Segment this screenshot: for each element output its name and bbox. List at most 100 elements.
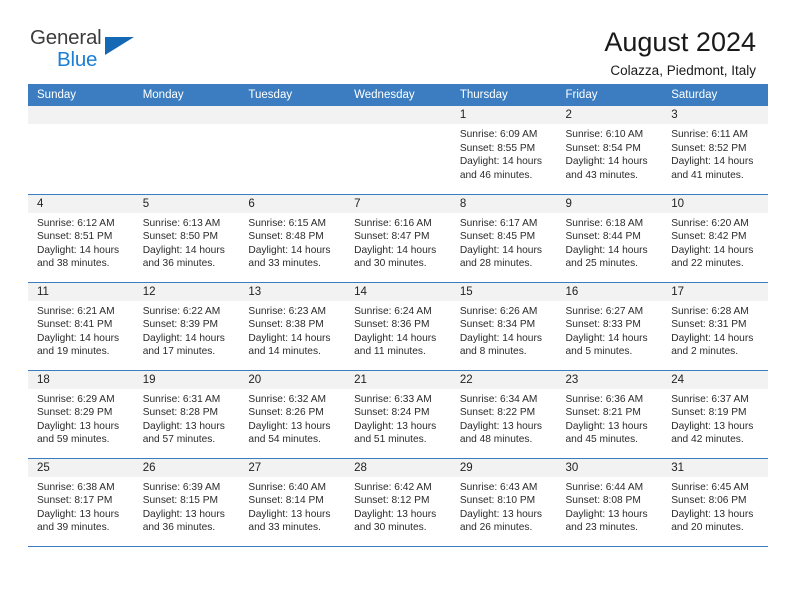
day-sunset-text: Sunset: 8:24 PM — [354, 407, 430, 419]
day-sun-info: Sunrise: 6:18 AM Sunset: 8:44 PM Daylight:… — [557, 213, 663, 271]
day-number: 19 — [133, 370, 240, 389]
calendar-day-cell[interactable]: 31 Sunrise: 6:45 AM Sunset: 8:06 PM Dayligh… — [662, 458, 768, 547]
day-sunset-text: Sunset: 8:44 PM — [565, 231, 641, 243]
calendar-week-row: 1 Sunrise: 6:09 AM Sunset: 8:55 PM Daylight… — [28, 106, 768, 195]
day-number: 24 — [662, 370, 768, 389]
calendar-day-cell[interactable]: 25 Sunrise: 6:38 AM Sunset: 8:17 PM Dayligh… — [28, 458, 134, 547]
calendar-day-cell[interactable]: 9 Sunrise: 6:18 AM Sunset: 8:44 PM Daylight… — [556, 194, 663, 283]
weekday-header-monday: Monday — [133, 84, 240, 106]
day-sunrise-text: Sunrise: 6:27 AM — [565, 305, 644, 317]
day-sunset-text: Sunset: 8:10 PM — [459, 495, 536, 507]
day-sunrise-text: Sunrise: 6:16 AM — [354, 217, 432, 229]
day-number: 28 — [345, 458, 451, 477]
day-sun-info: Sunrise: 6:22 AM Sunset: 8:39 PM Daylight:… — [134, 301, 240, 359]
calendar-day-cell[interactable]: 1 Sunrise: 6:09 AM Sunset: 8:55 PM Daylight… — [450, 106, 557, 195]
calendar-day-cell[interactable]: 29 Sunrise: 6:43 AM Sunset: 8:10 PM Dayligh… — [450, 458, 557, 547]
weekday-header-tuesday: Tuesday — [239, 84, 346, 106]
day-sun-info: Sunrise: 6:42 AM Sunset: 8:12 PM Daylight:… — [345, 477, 451, 535]
day-sunset-text: Sunset: 8:06 PM — [671, 495, 747, 507]
day-daylight2-text: and 30 minutes. — [354, 522, 427, 534]
calendar-day-cell[interactable]: 18 Sunrise: 6:29 AM Sunset: 8:29 PM Dayligh… — [28, 370, 134, 459]
day-sun-info: Sunrise: 6:26 AM Sunset: 8:34 PM Daylight:… — [451, 301, 557, 359]
day-daylight1-text: Daylight: 14 hours — [459, 332, 542, 344]
calendar-day-cell[interactable]: 24 Sunrise: 6:37 AM Sunset: 8:19 PM Dayligh… — [662, 370, 768, 459]
day-sun-info: Sunrise: 6:45 AM Sunset: 8:06 PM Daylight:… — [662, 477, 768, 535]
day-daylight1-text: Daylight: 13 hours — [37, 508, 120, 520]
calendar-day-cell[interactable]: 11 Sunrise: 6:21 AM Sunset: 8:41 PM Dayligh… — [28, 282, 134, 371]
day-sunrise-text: Sunrise: 6:44 AM — [565, 481, 644, 493]
day-daylight2-text: and 25 minutes. — [565, 258, 639, 270]
calendar-day-cell[interactable]: 13 Sunrise: 6:23 AM Sunset: 8:38 PM Dayligh… — [239, 282, 346, 371]
day-daylight1-text: Daylight: 14 hours — [354, 332, 437, 344]
day-daylight1-text: Daylight: 13 hours — [248, 420, 331, 432]
day-sunrise-text: Sunrise: 6:43 AM — [459, 481, 538, 493]
calendar-day-cell[interactable]: 17 Sunrise: 6:28 AM Sunset: 8:31 PM Dayligh… — [662, 282, 768, 371]
day-sunrise-text: Sunrise: 6:18 AM — [565, 217, 644, 229]
day-sun-info: Sunrise: 6:24 AM Sunset: 8:36 PM Daylight:… — [345, 301, 451, 359]
day-sunset-text: Sunset: 8:33 PM — [565, 319, 641, 331]
day-daylight1-text: Daylight: 13 hours — [37, 420, 120, 432]
calendar-day-cell[interactable]: 21 Sunrise: 6:33 AM Sunset: 8:24 PM Dayligh… — [345, 370, 451, 459]
day-sunset-text: Sunset: 8:48 PM — [248, 231, 324, 243]
day-sun-info: Sunrise: 6:32 AM Sunset: 8:26 PM Daylight:… — [239, 389, 345, 447]
calendar-day-cell[interactable]: 14 Sunrise: 6:24 AM Sunset: 8:36 PM Dayligh… — [345, 282, 451, 371]
day-daylight1-text: Daylight: 14 hours — [142, 244, 225, 256]
weekday-header-thursday: Thursday — [450, 84, 557, 106]
calendar-day-cell[interactable]: 23 Sunrise: 6:36 AM Sunset: 8:21 PM Dayligh… — [556, 370, 663, 459]
calendar-day-cell-empty — [28, 106, 134, 195]
day-daylight2-text: and 46 minutes. — [459, 169, 533, 181]
general-blue-logo[interactable]: General Blue — [30, 27, 135, 72]
day-sun-info: Sunrise: 6:38 AM Sunset: 8:17 PM Daylight:… — [28, 477, 134, 535]
calendar-day-cell[interactable]: 5 Sunrise: 6:13 AM Sunset: 8:50 PM Daylight… — [133, 194, 240, 283]
day-sunrise-text: Sunrise: 6:31 AM — [142, 393, 221, 405]
day-sun-info: Sunrise: 6:43 AM Sunset: 8:10 PM Daylight:… — [451, 477, 557, 535]
day-daylight2-text: and 28 minutes. — [459, 258, 533, 270]
day-number — [345, 106, 451, 124]
day-daylight1-text: Daylight: 14 hours — [671, 156, 754, 168]
day-daylight1-text: Daylight: 13 hours — [671, 420, 754, 432]
calendar-day-cell[interactable]: 27 Sunrise: 6:40 AM Sunset: 8:14 PM Dayligh… — [239, 458, 346, 547]
calendar-day-cell[interactable]: 2 Sunrise: 6:10 AM Sunset: 8:54 PM Daylight… — [556, 106, 663, 195]
day-sun-info: Sunrise: 6:40 AM Sunset: 8:14 PM Daylight:… — [239, 477, 345, 535]
day-number — [239, 106, 346, 124]
calendar-page: General Blue August 2024 Colazza, Piedmo… — [0, 0, 792, 612]
day-sunset-text: Sunset: 8:50 PM — [142, 231, 219, 243]
calendar-day-cell[interactable]: 19 Sunrise: 6:31 AM Sunset: 8:28 PM Dayligh… — [133, 370, 240, 459]
day-sunrise-text: Sunrise: 6:17 AM — [459, 217, 538, 229]
calendar-day-cell[interactable]: 15 Sunrise: 6:26 AM Sunset: 8:34 PM Dayligh… — [450, 282, 557, 371]
day-daylight1-text: Daylight: 14 hours — [565, 332, 648, 344]
calendar-day-cell[interactable]: 4 Sunrise: 6:12 AM Sunset: 8:51 PM Daylight… — [28, 194, 134, 283]
day-sunset-text: Sunset: 8:45 PM — [459, 231, 536, 243]
day-number: 13 — [239, 282, 346, 301]
day-sunrise-text: Sunrise: 6:42 AM — [354, 481, 432, 493]
calendar-day-cell[interactable]: 12 Sunrise: 6:22 AM Sunset: 8:39 PM Dayligh… — [133, 282, 240, 371]
day-sunset-text: Sunset: 8:52 PM — [671, 142, 747, 154]
calendar-day-cell[interactable]: 3 Sunrise: 6:11 AM Sunset: 8:52 PM Daylight… — [662, 106, 768, 195]
day-daylight1-text: Daylight: 14 hours — [354, 244, 437, 256]
day-number: 8 — [450, 194, 557, 213]
calendar-table: Sunday Monday Tuesday Wednesday Thursday… — [28, 84, 768, 547]
calendar-day-cell[interactable]: 22 Sunrise: 6:34 AM Sunset: 8:22 PM Dayligh… — [450, 370, 557, 459]
calendar-day-cell[interactable]: 10 Sunrise: 6:20 AM Sunset: 8:42 PM Dayligh… — [662, 194, 768, 283]
calendar-day-cell[interactable]: 28 Sunrise: 6:42 AM Sunset: 8:12 PM Dayligh… — [345, 458, 451, 547]
day-sunrise-text: Sunrise: 6:32 AM — [248, 393, 326, 405]
day-number: 12 — [133, 282, 240, 301]
day-sunset-text: Sunset: 8:34 PM — [459, 319, 536, 331]
calendar-day-cell[interactable]: 20 Sunrise: 6:32 AM Sunset: 8:26 PM Dayligh… — [239, 370, 346, 459]
day-daylight2-text: and 36 minutes. — [142, 522, 216, 534]
calendar-day-cell[interactable]: 6 Sunrise: 6:15 AM Sunset: 8:48 PM Daylight… — [239, 194, 346, 283]
calendar-week-row: 25 Sunrise: 6:38 AM Sunset: 8:17 PM Dayligh… — [28, 458, 768, 547]
day-sun-info: Sunrise: 6:13 AM Sunset: 8:50 PM Daylight:… — [134, 213, 240, 271]
day-sunset-text: Sunset: 8:31 PM — [671, 319, 747, 331]
day-sunrise-text: Sunrise: 6:38 AM — [37, 481, 115, 493]
day-sunrise-text: Sunrise: 6:37 AM — [671, 393, 749, 405]
calendar-day-cell[interactable]: 16 Sunrise: 6:27 AM Sunset: 8:33 PM Dayligh… — [556, 282, 663, 371]
calendar-day-cell[interactable]: 30 Sunrise: 6:44 AM Sunset: 8:08 PM Dayligh… — [556, 458, 663, 547]
calendar-day-cell[interactable]: 26 Sunrise: 6:39 AM Sunset: 8:15 PM Dayligh… — [133, 458, 240, 547]
day-daylight1-text: Daylight: 14 hours — [37, 244, 120, 256]
day-daylight2-text: and 51 minutes. — [354, 434, 427, 446]
day-sun-info: Sunrise: 6:39 AM Sunset: 8:15 PM Daylight:… — [134, 477, 240, 535]
calendar-day-cell[interactable]: 7 Sunrise: 6:16 AM Sunset: 8:47 PM Daylight… — [345, 194, 451, 283]
calendar-day-cell[interactable]: 8 Sunrise: 6:17 AM Sunset: 8:45 PM Daylight… — [450, 194, 557, 283]
day-daylight1-text: Daylight: 14 hours — [671, 332, 754, 344]
